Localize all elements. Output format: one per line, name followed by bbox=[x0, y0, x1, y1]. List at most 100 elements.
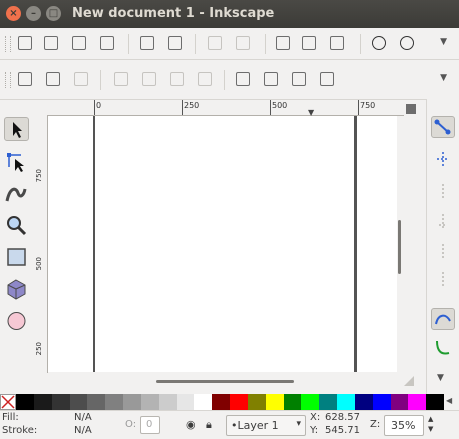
horizontal-ruler[interactable]: 0 250 500 750 ▼ bbox=[34, 100, 404, 117]
zoom-input[interactable]: 35% bbox=[384, 415, 424, 436]
opacity-value: 0 bbox=[146, 419, 153, 430]
fill-value[interactable]: N/A bbox=[74, 412, 92, 423]
color-swatch[interactable] bbox=[372, 394, 391, 410]
horizontal-scroll-thumb[interactable] bbox=[156, 380, 294, 383]
snap-bar-overflow-icon[interactable]: ▼ bbox=[437, 373, 444, 383]
zoom-drawing-icon[interactable] bbox=[398, 35, 416, 52]
opacity-input[interactable]: 0 bbox=[140, 416, 160, 434]
snap-bbox-edge-icon[interactable] bbox=[431, 181, 455, 203]
rotate-ccw-icon[interactable] bbox=[112, 71, 130, 88]
stroke-value[interactable]: N/A bbox=[74, 425, 92, 436]
color-swatch[interactable] bbox=[16, 394, 34, 410]
toolbar-overflow-icon[interactable]: ▼ bbox=[440, 37, 447, 47]
horizontal-scrollbar[interactable] bbox=[48, 373, 397, 385]
color-swatch[interactable] bbox=[230, 394, 248, 410]
snap-path-icon[interactable] bbox=[431, 337, 455, 359]
import-icon[interactable] bbox=[138, 35, 156, 52]
color-swatch[interactable] bbox=[301, 394, 320, 410]
flip-vertical-icon[interactable] bbox=[196, 71, 214, 88]
color-swatch[interactable] bbox=[105, 394, 124, 410]
layer-dropdown[interactable]: •Layer 1 ▾ bbox=[226, 415, 306, 436]
color-swatch[interactable] bbox=[69, 394, 88, 410]
rectangle-tool-icon[interactable] bbox=[4, 245, 29, 269]
maximize-window-icon[interactable]: □ bbox=[46, 6, 61, 21]
raise-to-top-icon[interactable] bbox=[234, 71, 252, 88]
flip-horizontal-icon[interactable] bbox=[168, 71, 186, 88]
resize-grip-icon[interactable] bbox=[404, 376, 414, 386]
color-swatch[interactable] bbox=[283, 394, 302, 410]
paste-icon[interactable] bbox=[328, 35, 346, 52]
save-icon[interactable] bbox=[70, 35, 88, 52]
zoom-tool-icon[interactable] bbox=[4, 213, 29, 237]
zoom-value: 35% bbox=[391, 419, 416, 432]
snap-toggle-icon[interactable] bbox=[431, 116, 455, 138]
toolbar-separator bbox=[128, 34, 129, 54]
palette-menu-icon[interactable]: ◀ bbox=[446, 396, 452, 405]
open-icon[interactable] bbox=[42, 35, 60, 52]
color-swatch[interactable] bbox=[176, 394, 195, 410]
color-swatch[interactable] bbox=[265, 394, 284, 410]
ruler-tick bbox=[270, 100, 271, 115]
color-swatch[interactable] bbox=[247, 394, 266, 410]
select-all-layers-icon[interactable] bbox=[44, 71, 62, 88]
vertical-scrollbar[interactable] bbox=[397, 116, 404, 373]
color-swatch[interactable] bbox=[194, 394, 213, 410]
color-swatch[interactable] bbox=[354, 394, 373, 410]
color-palette: ◀ bbox=[0, 394, 459, 410]
rotate-cw-icon[interactable] bbox=[140, 71, 158, 88]
no-paint-swatch-icon[interactable] bbox=[0, 394, 16, 410]
selector-tool-icon[interactable] bbox=[4, 117, 29, 141]
vertical-ruler[interactable]: 750 500 250 bbox=[34, 115, 48, 373]
snap-bbox-corner-icon[interactable] bbox=[431, 211, 455, 233]
print-icon[interactable] bbox=[98, 35, 116, 52]
color-swatch[interactable] bbox=[158, 394, 177, 410]
snap-nodes-icon[interactable] bbox=[431, 308, 455, 330]
toolbar-overflow-icon[interactable]: ▼ bbox=[440, 73, 447, 83]
zoom-corner-icon[interactable] bbox=[406, 104, 416, 114]
zoom-up-icon[interactable]: ▲ bbox=[428, 415, 433, 423]
color-swatch[interactable] bbox=[212, 394, 231, 410]
lower-icon[interactable] bbox=[290, 71, 308, 88]
redo-icon[interactable] bbox=[234, 35, 252, 52]
cut-icon[interactable] bbox=[300, 35, 318, 52]
raise-icon[interactable] bbox=[262, 71, 280, 88]
color-swatch[interactable] bbox=[87, 394, 106, 410]
select-all-icon[interactable] bbox=[16, 71, 34, 88]
snap-bbox-center-icon[interactable] bbox=[431, 269, 455, 291]
color-swatch[interactable] bbox=[337, 394, 355, 410]
color-swatch[interactable] bbox=[123, 394, 141, 410]
toolbar-grip[interactable] bbox=[5, 72, 11, 88]
color-swatch[interactable] bbox=[51, 394, 70, 410]
node-tool-icon[interactable] bbox=[4, 149, 29, 173]
vertical-scroll-thumb[interactable] bbox=[398, 220, 401, 274]
lock-layer-icon[interactable]: 🔒︎ bbox=[206, 418, 212, 432]
hide-layer-icon[interactable]: ◉ bbox=[186, 418, 196, 431]
y-label: Y: bbox=[310, 425, 319, 436]
color-swatch[interactable] bbox=[426, 394, 445, 410]
lower-to-bottom-icon[interactable] bbox=[318, 71, 336, 88]
color-swatch[interactable] bbox=[408, 394, 427, 410]
snap-bbox-icon[interactable] bbox=[431, 149, 455, 171]
copy-icon[interactable] bbox=[274, 35, 292, 52]
snap-bbox-midpoint-icon[interactable] bbox=[431, 241, 455, 263]
toolbar-grip[interactable] bbox=[5, 36, 11, 52]
drawing-canvas[interactable] bbox=[48, 116, 397, 372]
zoom-down-icon[interactable]: ▼ bbox=[428, 425, 433, 433]
close-window-icon[interactable]: × bbox=[6, 6, 21, 21]
minimize-window-icon[interactable]: – bbox=[26, 6, 41, 21]
color-swatch[interactable] bbox=[390, 394, 409, 410]
zoom-selection-icon[interactable] bbox=[370, 35, 388, 52]
page-border bbox=[93, 116, 95, 372]
3d-box-tool-icon[interactable] bbox=[4, 277, 29, 301]
color-swatch[interactable] bbox=[33, 394, 52, 410]
tweak-tool-icon[interactable] bbox=[4, 181, 29, 205]
new-document-icon[interactable] bbox=[16, 35, 34, 52]
ruler-tick bbox=[182, 100, 183, 115]
ellipse-tool-icon[interactable] bbox=[4, 309, 29, 333]
export-icon[interactable] bbox=[166, 35, 184, 52]
color-swatch[interactable] bbox=[319, 394, 338, 410]
color-swatch[interactable] bbox=[140, 394, 159, 410]
window-title: New document 1 - Inkscape bbox=[72, 6, 275, 21]
deselect-icon[interactable] bbox=[72, 71, 90, 88]
undo-icon[interactable] bbox=[206, 35, 224, 52]
